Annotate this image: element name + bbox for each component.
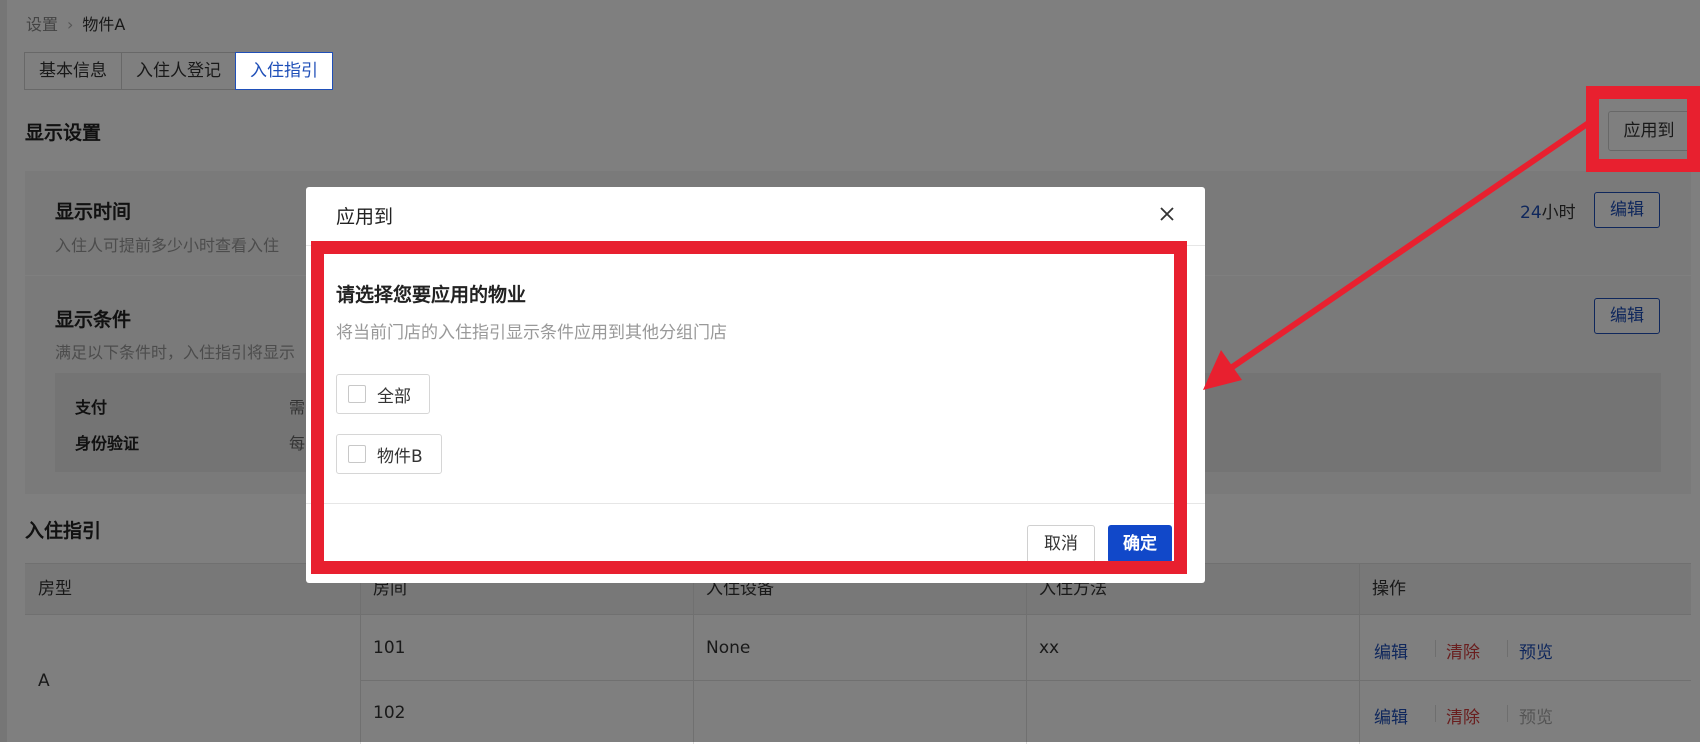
annotation-arrow-icon [1203, 119, 1592, 390]
tab-checkin-guide[interactable]: 入住指引 [235, 52, 333, 90]
